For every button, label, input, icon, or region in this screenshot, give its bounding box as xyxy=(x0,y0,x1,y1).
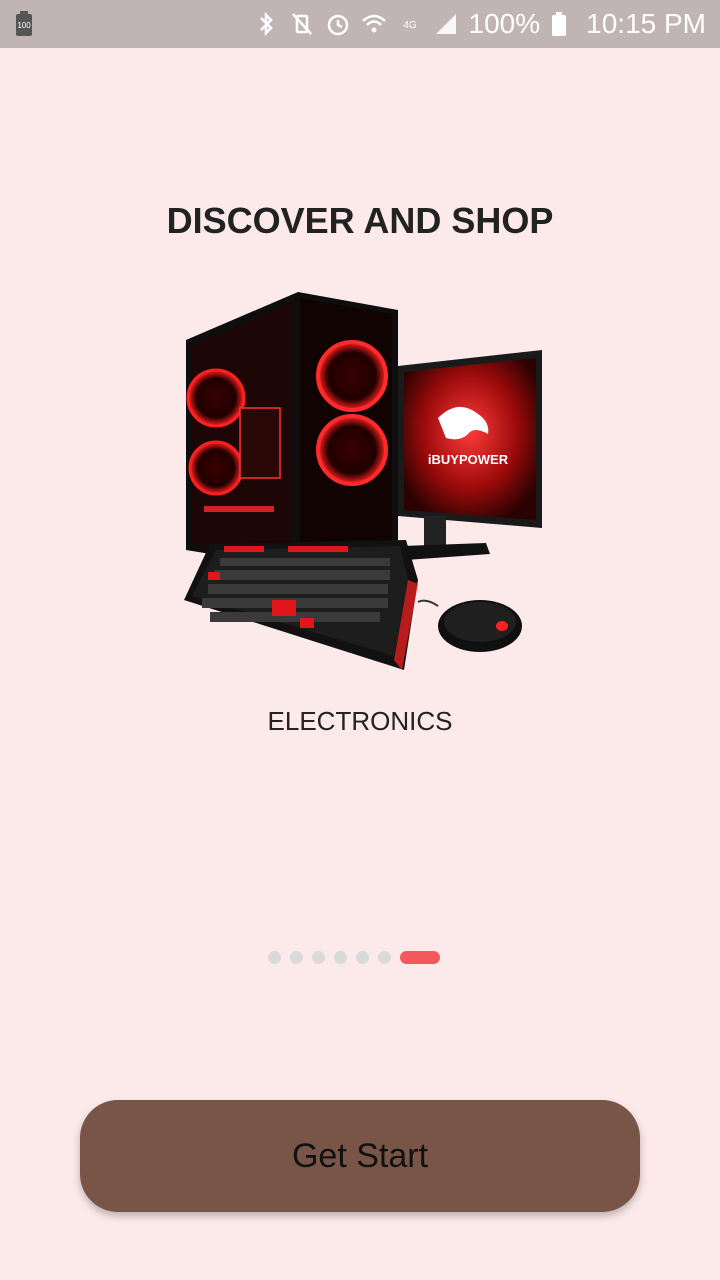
signal-icon xyxy=(433,11,459,37)
pc-tower xyxy=(186,292,398,568)
hero-image: iBUYPOWER xyxy=(180,288,550,688)
page-indicator xyxy=(268,950,440,964)
status-bar: 100 4G 100% 10:15 PM xyxy=(0,0,720,48)
bluetooth-icon xyxy=(253,11,279,37)
alarm-icon xyxy=(325,11,351,37)
svg-text:100: 100 xyxy=(17,21,31,30)
onboarding-title: DISCOVER AND SHOP xyxy=(166,200,554,241)
mouse xyxy=(417,599,522,652)
battery-small-icon: 100 xyxy=(14,11,34,42)
battery-percent: 100% xyxy=(468,8,541,39)
page-dot[interactable] xyxy=(378,950,391,964)
volte-icon: 4G xyxy=(397,11,423,37)
svg-text:iBUYPOWER: iBUYPOWER xyxy=(428,452,509,467)
category-label: ELECTRONICS xyxy=(267,706,453,736)
wifi-icon xyxy=(361,11,387,37)
page-dot[interactable] xyxy=(356,950,369,964)
page-dot[interactable] xyxy=(268,950,281,964)
page-dot-active[interactable] xyxy=(400,950,440,964)
page-dot[interactable] xyxy=(290,950,303,964)
page-dot[interactable] xyxy=(312,950,325,964)
svg-text:4G: 4G xyxy=(403,20,417,31)
keyboard xyxy=(184,540,418,670)
monitor: iBUYPOWER xyxy=(398,350,542,560)
clock: 10:15 PM xyxy=(586,8,706,39)
page-dot[interactable] xyxy=(334,950,347,964)
get-start-button[interactable]: Get Start xyxy=(80,1100,640,1212)
battery-icon xyxy=(550,11,576,37)
vibrate-mute-icon xyxy=(289,11,315,37)
